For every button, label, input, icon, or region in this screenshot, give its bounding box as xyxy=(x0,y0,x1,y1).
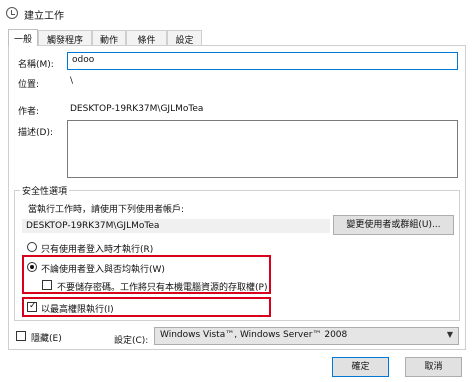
run-as-user-field: DESKTOP-19RK37M\GJLMoTea xyxy=(22,219,330,233)
configure-label: 設定(C): xyxy=(114,336,149,346)
security-group-title: 安全性選項 xyxy=(20,184,70,197)
checkmark-icon: ✓ xyxy=(29,301,37,311)
ok-button[interactable]: 確定 xyxy=(332,357,389,377)
highest-privileges-label: 以最高權限執行(I) xyxy=(41,305,114,315)
tab-conditions[interactable]: 條件 xyxy=(126,30,167,46)
no-store-password-label: 不要儲存密碼。工作將只有本機電腦資源的存取權(P) xyxy=(57,283,268,293)
run-as-prompt: 當執行工作時，請使用下列使用者帳戶: xyxy=(28,205,185,215)
configure-for-value: Windows Vista™, Windows Server™ 2008 xyxy=(160,330,348,340)
tab-general[interactable]: 一般 xyxy=(8,29,38,46)
location-label: 位置: xyxy=(18,80,40,90)
window-title: 建立工作 xyxy=(24,11,64,22)
chevron-down-icon: ▼ xyxy=(446,330,453,339)
title-bar: 建立工作 xyxy=(0,0,474,26)
description-label: 描述(D): xyxy=(18,128,53,138)
name-input[interactable]: odoo xyxy=(67,52,458,70)
change-user-button[interactable]: 變更使用者或群組(U)... xyxy=(333,215,454,235)
author-value: DESKTOP-19RK37M\GJLMoTea xyxy=(70,104,204,114)
name-label: 名稱(M): xyxy=(18,60,54,70)
location-value: \ xyxy=(70,76,74,86)
run-whether-logged-on-label: 不論使用者登入與否均執行(W) xyxy=(41,265,165,275)
cancel-button[interactable]: 取消 xyxy=(405,357,462,377)
checkbox-highest-privileges[interactable]: ✓ xyxy=(27,301,37,312)
author-label: 作者: xyxy=(18,107,40,117)
radio-run-only-logged-on[interactable] xyxy=(27,242,37,252)
tab-triggers[interactable]: 觸發程序 xyxy=(38,30,92,46)
description-textarea[interactable] xyxy=(67,120,458,178)
tab-actions[interactable]: 動作 xyxy=(92,30,126,46)
hidden-label: 隱藏(E) xyxy=(31,334,62,344)
radio-run-whether-logged-on[interactable] xyxy=(27,262,37,272)
configure-for-select[interactable]: Windows Vista™, Windows Server™ 2008 ▼ xyxy=(154,327,459,345)
checkbox-no-store-password[interactable] xyxy=(42,280,52,290)
run-only-logged-on-label: 只有使用者登入時才執行(R) xyxy=(41,245,154,255)
tab-settings[interactable]: 設定 xyxy=(167,30,202,46)
clock-icon xyxy=(6,7,18,19)
checkbox-hidden[interactable] xyxy=(16,331,26,341)
